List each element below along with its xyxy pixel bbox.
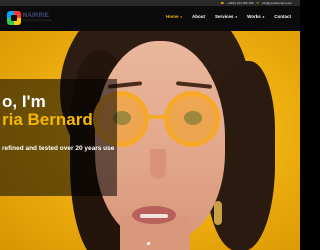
hero-image-nose bbox=[150, 149, 166, 179]
main-nav: Home ▾ About Services ▾ Works ▾ Contact bbox=[161, 14, 296, 19]
hero-section bbox=[0, 31, 300, 250]
brand-tagline: Professional Photography bbox=[23, 19, 52, 22]
hero-image-earring bbox=[214, 201, 222, 225]
site-header: NAIRRIE Professional Photography Home ▾ … bbox=[0, 6, 300, 31]
brand[interactable]: NAIRRIE Professional Photography bbox=[23, 13, 65, 22]
hero-image-glasses-bridge bbox=[147, 115, 167, 119]
nav-item-contact[interactable]: Contact bbox=[269, 14, 296, 19]
hero-heading-line2: ria Bernard bbox=[2, 110, 93, 129]
hero-subtitle: refined and tested over 20 years use bbox=[2, 145, 115, 152]
topbar-phone[interactable]: +33(0) 123 456 789 bbox=[227, 1, 253, 5]
mail-icon: ✉ bbox=[256, 0, 259, 5]
nav-item-label: Works bbox=[247, 14, 261, 19]
hero-image-glasses-lens bbox=[164, 91, 220, 147]
nav-item-works[interactable]: Works ▾ bbox=[242, 14, 269, 19]
topbar-email[interactable]: info@yourdomain.com bbox=[262, 1, 292, 5]
brand-logo-icon[interactable] bbox=[7, 11, 21, 25]
nav-item-label: Services bbox=[215, 14, 234, 19]
nav-item-label: Home bbox=[165, 14, 179, 19]
hero-image-lips bbox=[132, 206, 176, 224]
nav-item-home[interactable]: Home ▾ bbox=[161, 14, 187, 19]
slider-dot[interactable] bbox=[147, 242, 150, 245]
chevron-down-icon: ▾ bbox=[262, 14, 265, 19]
hero-heading-line1: o, I'm bbox=[2, 92, 46, 111]
chevron-down-icon: ▾ bbox=[180, 14, 183, 19]
phone-icon: ☎ bbox=[220, 0, 225, 5]
nav-item-about[interactable]: About bbox=[187, 14, 210, 19]
nav-item-services[interactable]: Services ▾ bbox=[210, 14, 242, 19]
chevron-down-icon: ▾ bbox=[235, 14, 238, 19]
nav-item-label: About bbox=[192, 14, 206, 19]
nav-item-label: Contact bbox=[274, 14, 291, 19]
